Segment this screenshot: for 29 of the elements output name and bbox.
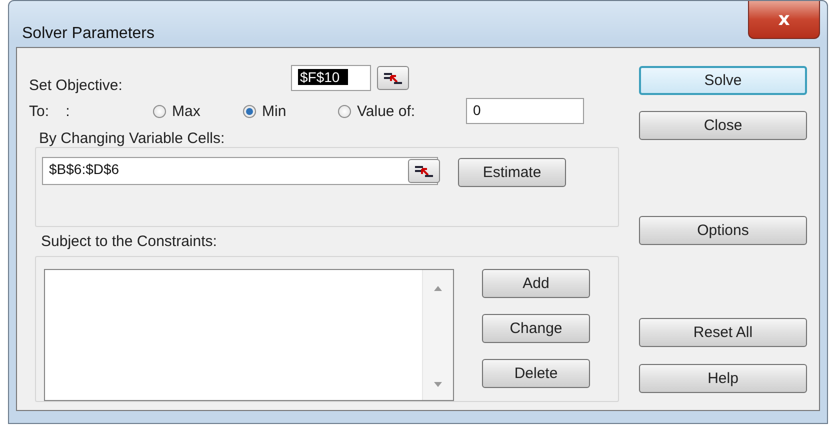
scrollbar[interactable]: [422, 270, 453, 400]
variable-cells-field[interactable]: $B$6:$D$6: [42, 156, 438, 184]
cell-reference-button[interactable]: [377, 66, 409, 90]
dialog-button[interactable]: Help: [639, 364, 807, 393]
radio-button[interactable]: [243, 104, 256, 118]
dialog-button[interactable]: Close: [639, 111, 807, 140]
dialog-button[interactable]: Reset All: [639, 318, 807, 347]
constraint-button[interactable]: Add: [482, 269, 590, 298]
window-x-button[interactable]: x: [748, 1, 820, 39]
radio-button[interactable]: [338, 104, 351, 118]
dialog-button[interactable]: Options: [639, 216, 807, 245]
radio-option[interactable]: Max: [153, 102, 243, 120]
variables-label: By Changing Variable Cells:: [39, 130, 226, 147]
objective-field[interactable]: $F$10: [291, 65, 371, 91]
constraint-button[interactable]: Change: [482, 314, 590, 343]
cell-reference-button[interactable]: [408, 158, 440, 182]
to-label: To: :: [29, 102, 71, 120]
radio-button[interactable]: [153, 104, 166, 118]
constraints-list[interactable]: [44, 269, 454, 401]
value-field[interactable]: 0: [466, 98, 584, 124]
cell-reference-icon: [382, 70, 404, 86]
constraints-label: Subject to the Constraints:: [41, 233, 218, 250]
radio-option[interactable]: Min: [243, 102, 338, 120]
estimate-button[interactable]: Estimate: [458, 158, 566, 187]
radio-option[interactable]: Value of:: [338, 102, 466, 120]
constraint-button[interactable]: Delete: [482, 359, 590, 388]
objective-label: Set Objective:: [29, 76, 124, 94]
dialog-button[interactable]: Solve: [639, 66, 807, 95]
window-title: Solver Parameters: [22, 25, 154, 43]
